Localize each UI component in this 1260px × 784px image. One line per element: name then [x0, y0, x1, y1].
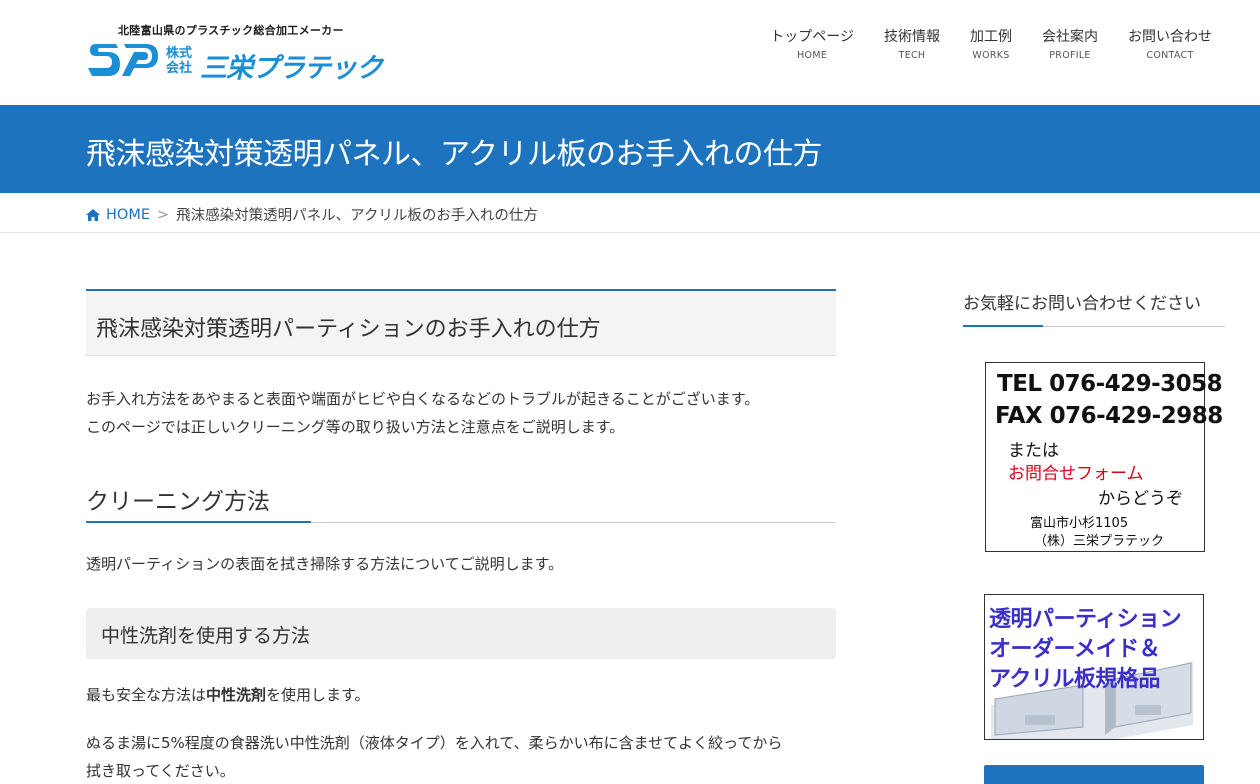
nav-item-tech[interactable]: 技術情報 TECH: [884, 26, 940, 61]
home-icon: [86, 208, 100, 221]
page-title-band: 飛沫感染対策透明パネル、アクリル板のお手入れの仕方: [0, 105, 1260, 193]
breadcrumb-inner: HOME > 飛沫感染対策透明パネル、アクリル板のお手入れの仕方: [86, 204, 538, 225]
logo-tagline: 北陸富山県のプラスチック総合加工メーカー: [118, 24, 344, 37]
partition-banner[interactable]: 透明パーティション オーダーメイド＆ アクリル板規格品: [984, 594, 1204, 740]
detergent-text-pre: 最も安全な方法は: [86, 686, 207, 704]
intro-paragraph: お手入れ方法をあやまると表面や端面がヒビや白くなるなどのトラブルが起きることがご…: [86, 385, 836, 441]
sidebar-title: お気軽にお問い合わせください: [963, 294, 1201, 314]
sidebar-contact-button[interactable]: [984, 765, 1204, 784]
breadcrumb-separator: >: [157, 206, 170, 223]
contact-card[interactable]: TEL 076-429-3058 FAX 076-429-2988 または お問…: [985, 362, 1223, 552]
logo-kabushiki: 株式 会社: [166, 46, 192, 76]
detergent-heading-box: 中性洗剤を使用する方法: [86, 608, 836, 659]
banner-line-1: 透明パーティション: [989, 607, 1182, 632]
breadcrumb: HOME > 飛沫感染対策透明パネル、アクリル板のお手入れの仕方: [0, 193, 1260, 233]
detergent-heading: 中性洗剤を使用する方法: [101, 625, 311, 647]
logo-kabu-2: 会社: [166, 61, 193, 76]
breadcrumb-current: 飛沫感染対策透明パネル、アクリル板のお手入れの仕方: [176, 208, 538, 224]
instruction-line-2: 拭き取ってください。: [86, 762, 235, 780]
cleaning-paragraph: 透明パーティションの表面を拭き掃除する方法についてご説明します。: [86, 555, 564, 573]
contact-or: または: [1008, 441, 1059, 461]
section-heading-box: 飛沫感染対策透明パーティションのお手入れの仕方: [86, 289, 836, 356]
instruction-paragraph: ぬるま湯に5%程度の食器洗い中性洗剤（液体タイプ）を入れて、柔らかい布に含ませて…: [86, 729, 836, 784]
nav-label-jp: 加工例: [970, 29, 1012, 45]
main-nav: トップページ HOME 技術情報 TECH 加工例 WORKS 会社案内 PRO…: [770, 26, 1212, 61]
logo-company-name: 三栄プラテック: [200, 53, 383, 84]
contact-kara: からどうぞ: [1098, 489, 1183, 509]
cleaning-heading-box: クリーニング方法: [86, 479, 836, 523]
contact-tel[interactable]: TEL 076-429-3058: [997, 371, 1223, 397]
detergent-text-strong: 中性洗剤: [206, 686, 267, 704]
nav-label-jp: 会社案内: [1042, 29, 1098, 45]
site-logo[interactable]: 北陸富山県のプラスチック総合加工メーカー 株式 会社 三栄プラテック: [88, 22, 388, 84]
nav-label-jp: 技術情報: [884, 29, 940, 45]
detergent-text-post: を使用します。: [266, 686, 370, 704]
instruction-line-1: ぬるま湯に5%程度の食器洗い中性洗剤（液体タイプ）を入れて、柔らかい布に含ませて…: [86, 734, 783, 752]
nav-item-contact[interactable]: お問い合わせ CONTACT: [1128, 26, 1212, 61]
intro-line-1: お手入れ方法をあやまると表面や端面がヒビや白くなるなどのトラブルが起きることがご…: [86, 390, 760, 408]
breadcrumb-home-link[interactable]: HOME: [86, 207, 150, 223]
breadcrumb-home-label: HOME: [106, 206, 150, 223]
banner-line-2: オーダーメイド＆: [989, 637, 1161, 662]
contact-company: （株）三栄プラテック: [1034, 534, 1165, 549]
contact-fax: FAX 076-429-2988: [995, 403, 1223, 429]
nav-label-en: WORKS: [972, 50, 1010, 61]
intro-line-2: このページでは正しいクリーニング等の取り扱い方法と注意点をご説明します。: [86, 418, 625, 436]
main-content: 飛沫感染対策透明パーティションのお手入れの仕方 お手入れ方法をあやまると表面や端…: [86, 289, 836, 784]
detergent-paragraph: 最も安全な方法は中性洗剤を使用します。: [86, 684, 836, 705]
nav-item-home[interactable]: トップページ HOME: [770, 26, 854, 61]
nav-label-en: PROFILE: [1049, 50, 1091, 61]
cleaning-heading: クリーニング方法: [86, 489, 270, 515]
site-header: 北陸富山県のプラスチック総合加工メーカー 株式 会社 三栄プラテック トップペー…: [0, 0, 1260, 105]
nav-label-en: HOME: [797, 50, 828, 61]
banner-line-3: アクリル板規格品: [989, 667, 1160, 692]
sp-logo-mark-icon: [88, 44, 158, 76]
nav-label-en: TECH: [898, 50, 926, 61]
sidebar: お気軽にお問い合わせください TEL 076-429-3058 FAX 076-…: [963, 289, 1225, 784]
nav-item-works[interactable]: 加工例 WORKS: [970, 26, 1012, 61]
nav-label-en: CONTACT: [1146, 50, 1194, 61]
nav-item-profile[interactable]: 会社案内 PROFILE: [1042, 26, 1098, 61]
sidebar-title-box: お気軽にお問い合わせください: [963, 289, 1225, 327]
contact-form-link[interactable]: お問合せフォーム: [1008, 459, 1144, 484]
contact-address: 富山市小杉1105: [1030, 516, 1129, 531]
logo-kabu-1: 株式: [166, 46, 193, 61]
sidebar-accent-line: [963, 325, 1043, 327]
nav-label-jp: トップページ: [770, 29, 854, 45]
page-title: 飛沫感染対策透明パネル、アクリル板のお手入れの仕方: [86, 137, 823, 172]
section-heading: 飛沫感染対策透明パーティションのお手入れの仕方: [96, 317, 601, 342]
heading-accent-line: [86, 521, 311, 523]
nav-label-jp: お問い合わせ: [1128, 29, 1212, 45]
